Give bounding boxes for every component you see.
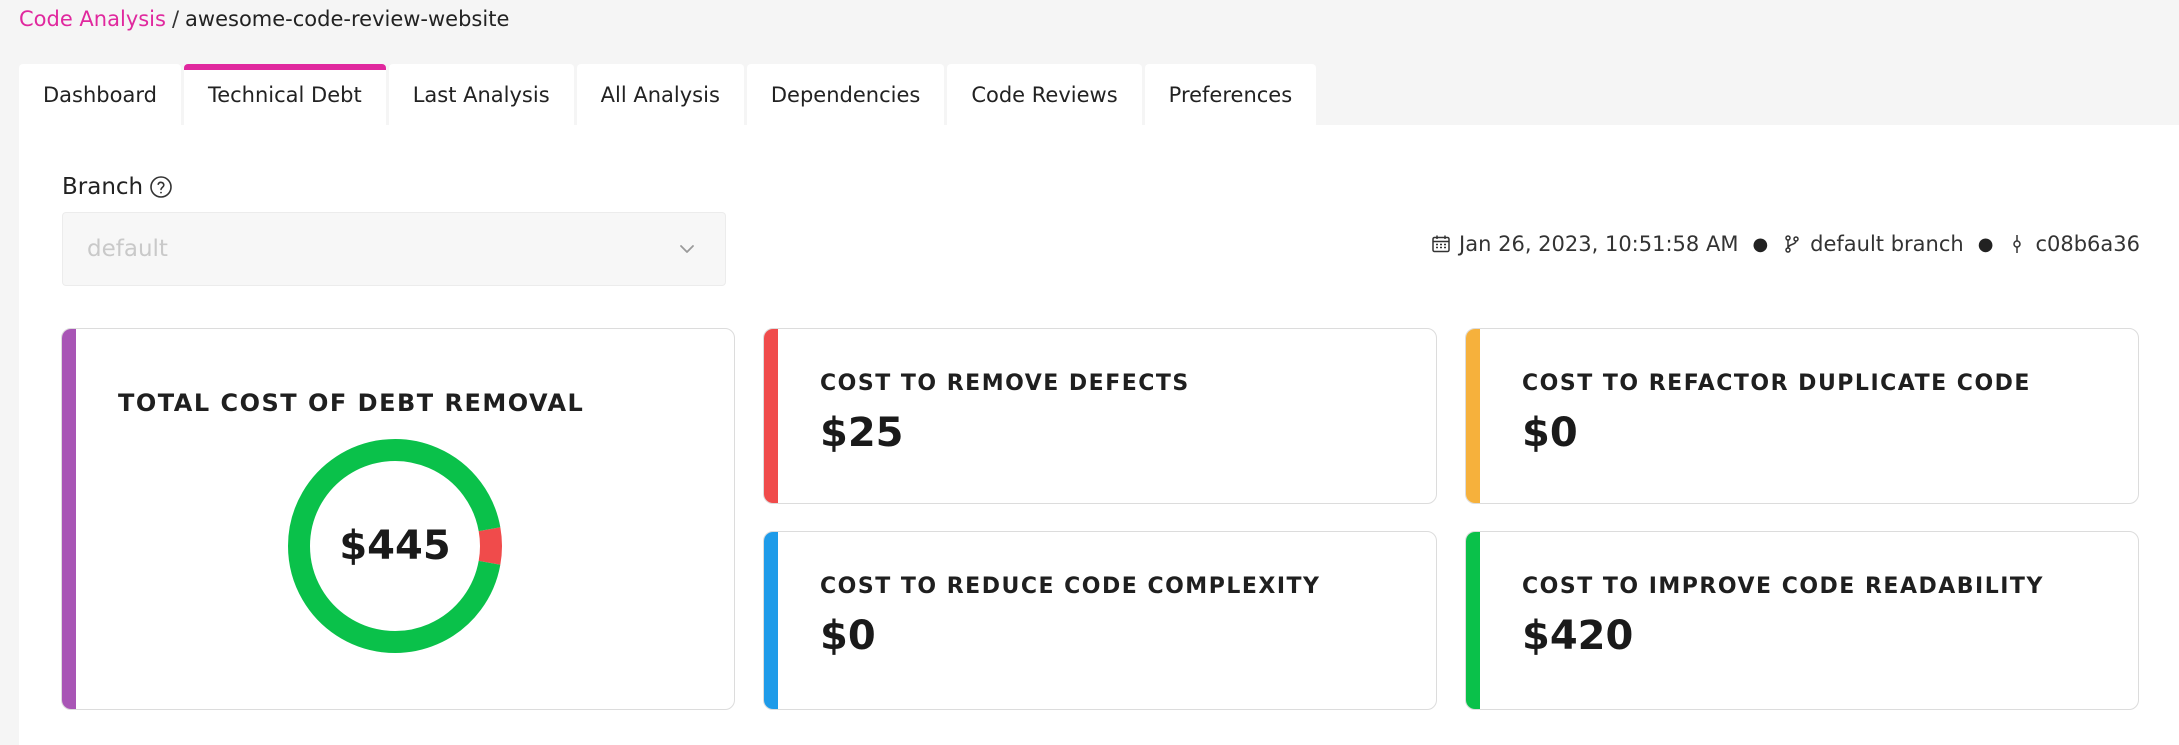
complexity-cost-value: $0 <box>820 613 876 659</box>
calendar-icon <box>1431 234 1451 254</box>
card-accent-bar <box>764 532 778 709</box>
analysis-timestamp: Jan 26, 2023, 10:51:58 AM <box>1459 232 1739 256</box>
tab-last-analysis[interactable]: Last Analysis <box>388 64 574 125</box>
card-accent-bar <box>1466 532 1480 709</box>
breadcrumb-separator: / <box>171 7 180 31</box>
technical-debt-panel: Branch default Jan 26, 2023, 10:51:58 AM… <box>19 125 2179 745</box>
separator-dot: ● <box>1977 233 1994 255</box>
analysis-branch: default branch <box>1810 232 1964 256</box>
tab-label: Preferences <box>1168 82 1293 107</box>
defects-cost-card: COST TO REMOVE DEFECTS $25 <box>763 328 1437 504</box>
readability-cost-card: COST TO IMPROVE CODE READABILITY $420 <box>1465 531 2139 710</box>
card-accent-bar <box>62 329 76 709</box>
tab-label: Last Analysis <box>412 82 550 107</box>
git-branch-icon <box>1782 234 1802 254</box>
tab-label: Technical Debt <box>207 82 362 107</box>
card-accent-bar <box>1466 329 1480 503</box>
tab-code-reviews[interactable]: Code Reviews <box>947 64 1142 125</box>
tab-technical-debt[interactable]: Technical Debt <box>183 64 386 125</box>
branch-label: Branch <box>62 174 144 200</box>
separator-dot: ● <box>1752 233 1769 255</box>
total-cost-title: TOTAL COST OF DEBT REMOVAL <box>118 389 585 417</box>
debt-donut-chart: $445 <box>287 438 503 654</box>
card-accent-bar <box>764 329 778 503</box>
tab-label: Dependencies <box>770 82 921 107</box>
breadcrumb-link-code-analysis[interactable]: Code Analysis <box>19 7 166 31</box>
tab-preferences[interactable]: Preferences <box>1144 64 1317 125</box>
complexity-cost-title: COST TO REDUCE CODE COMPLEXITY <box>820 574 1321 599</box>
complexity-cost-card: COST TO REDUCE CODE COMPLEXITY $0 <box>763 531 1437 710</box>
duplicate-cost-card: COST TO REFACTOR DUPLICATE CODE $0 <box>1465 328 2139 504</box>
duplicate-cost-title: COST TO REFACTOR DUPLICATE CODE <box>1522 371 2031 396</box>
branch-select-value: default <box>87 236 168 262</box>
defects-cost-value: $25 <box>820 410 904 456</box>
tab-label: Code Reviews <box>971 82 1118 107</box>
duplicate-cost-value: $0 <box>1522 410 1578 456</box>
tab-bar: Dashboard Technical Debt Last Analysis A… <box>19 64 1319 125</box>
tab-all-analysis[interactable]: All Analysis <box>576 64 744 125</box>
readability-cost-title: COST TO IMPROVE CODE READABILITY <box>1522 574 2044 599</box>
tab-label: Dashboard <box>43 82 157 107</box>
chevron-down-icon <box>677 239 697 259</box>
defects-cost-title: COST TO REMOVE DEFECTS <box>820 371 1190 396</box>
branch-label-row: Branch <box>62 174 173 200</box>
breadcrumb: Code Analysis / awesome-code-review-websit… <box>19 4 509 34</box>
question-circle-icon[interactable] <box>149 175 173 199</box>
analysis-meta: Jan 26, 2023, 10:51:58 AM ● default bran… <box>1431 232 2140 256</box>
breadcrumb-current-project: awesome-code-review-website <box>185 7 510 31</box>
branch-select[interactable]: default <box>62 212 726 286</box>
tab-label: All Analysis <box>600 82 720 107</box>
readability-cost-value: $420 <box>1522 613 1634 659</box>
tab-dashboard[interactable]: Dashboard <box>19 64 181 125</box>
total-cost-value: $445 <box>339 523 451 569</box>
git-commit-icon <box>2007 234 2027 254</box>
tab-dependencies[interactable]: Dependencies <box>746 64 945 125</box>
total-cost-card: TOTAL COST OF DEBT REMOVAL $445 <box>61 328 735 710</box>
analysis-commit: c08b6a36 <box>2035 232 2140 256</box>
